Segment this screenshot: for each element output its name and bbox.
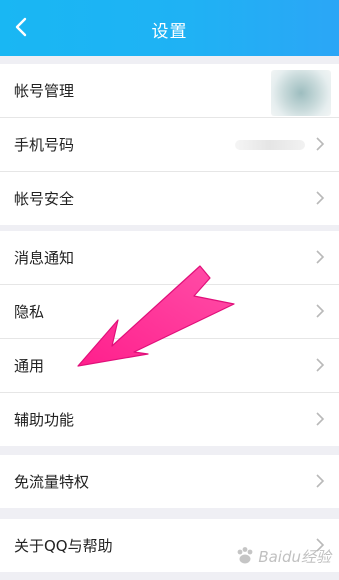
row-label: 通用	[14, 357, 45, 375]
chevron-right-icon	[316, 304, 325, 318]
row-privacy[interactable]: 隐私	[0, 285, 339, 339]
row-label: 帐号管理	[14, 82, 75, 100]
row-general[interactable]: 通用	[0, 339, 339, 393]
row-free-data-privilege[interactable]: 免流量特权	[0, 455, 339, 508]
row-phone-number[interactable]: 手机号码	[0, 118, 339, 172]
row-label: 手机号码	[14, 136, 75, 154]
row-label: 帐号安全	[14, 190, 75, 208]
chevron-right-icon	[316, 358, 325, 372]
chevron-right-icon	[316, 474, 325, 488]
watermark-text: Baidu经验	[258, 547, 331, 566]
chevron-right-icon	[316, 412, 325, 426]
row-accessibility[interactable]: 辅助功能	[0, 393, 339, 446]
preferences-group: 消息通知 隐私 通用 辅助功能	[0, 231, 339, 446]
chevron-right-icon	[316, 191, 325, 205]
avatar	[271, 70, 331, 116]
watermark: Baidu经验	[234, 542, 331, 570]
header-bar: 设置	[0, 0, 339, 56]
row-label: 消息通知	[14, 249, 75, 267]
row-account-security[interactable]: 帐号安全	[0, 172, 339, 225]
row-label: 免流量特权	[14, 473, 90, 491]
row-account-management[interactable]: 帐号管理	[0, 64, 339, 118]
paw-logo-icon	[237, 547, 253, 564]
account-group: 帐号管理 手机号码 帐号安全	[0, 64, 339, 225]
row-notifications[interactable]: 消息通知	[0, 231, 339, 285]
chevron-right-icon	[316, 137, 325, 151]
row-label: 隐私	[14, 303, 45, 321]
row-label: 辅助功能	[14, 411, 75, 429]
data-privilege-group: 免流量特权	[0, 455, 339, 508]
row-label: 关于QQ与帮助	[14, 537, 113, 555]
chevron-right-icon	[316, 250, 325, 264]
page-title: 设置	[151, 22, 188, 42]
blurred-phone-value	[235, 140, 305, 150]
